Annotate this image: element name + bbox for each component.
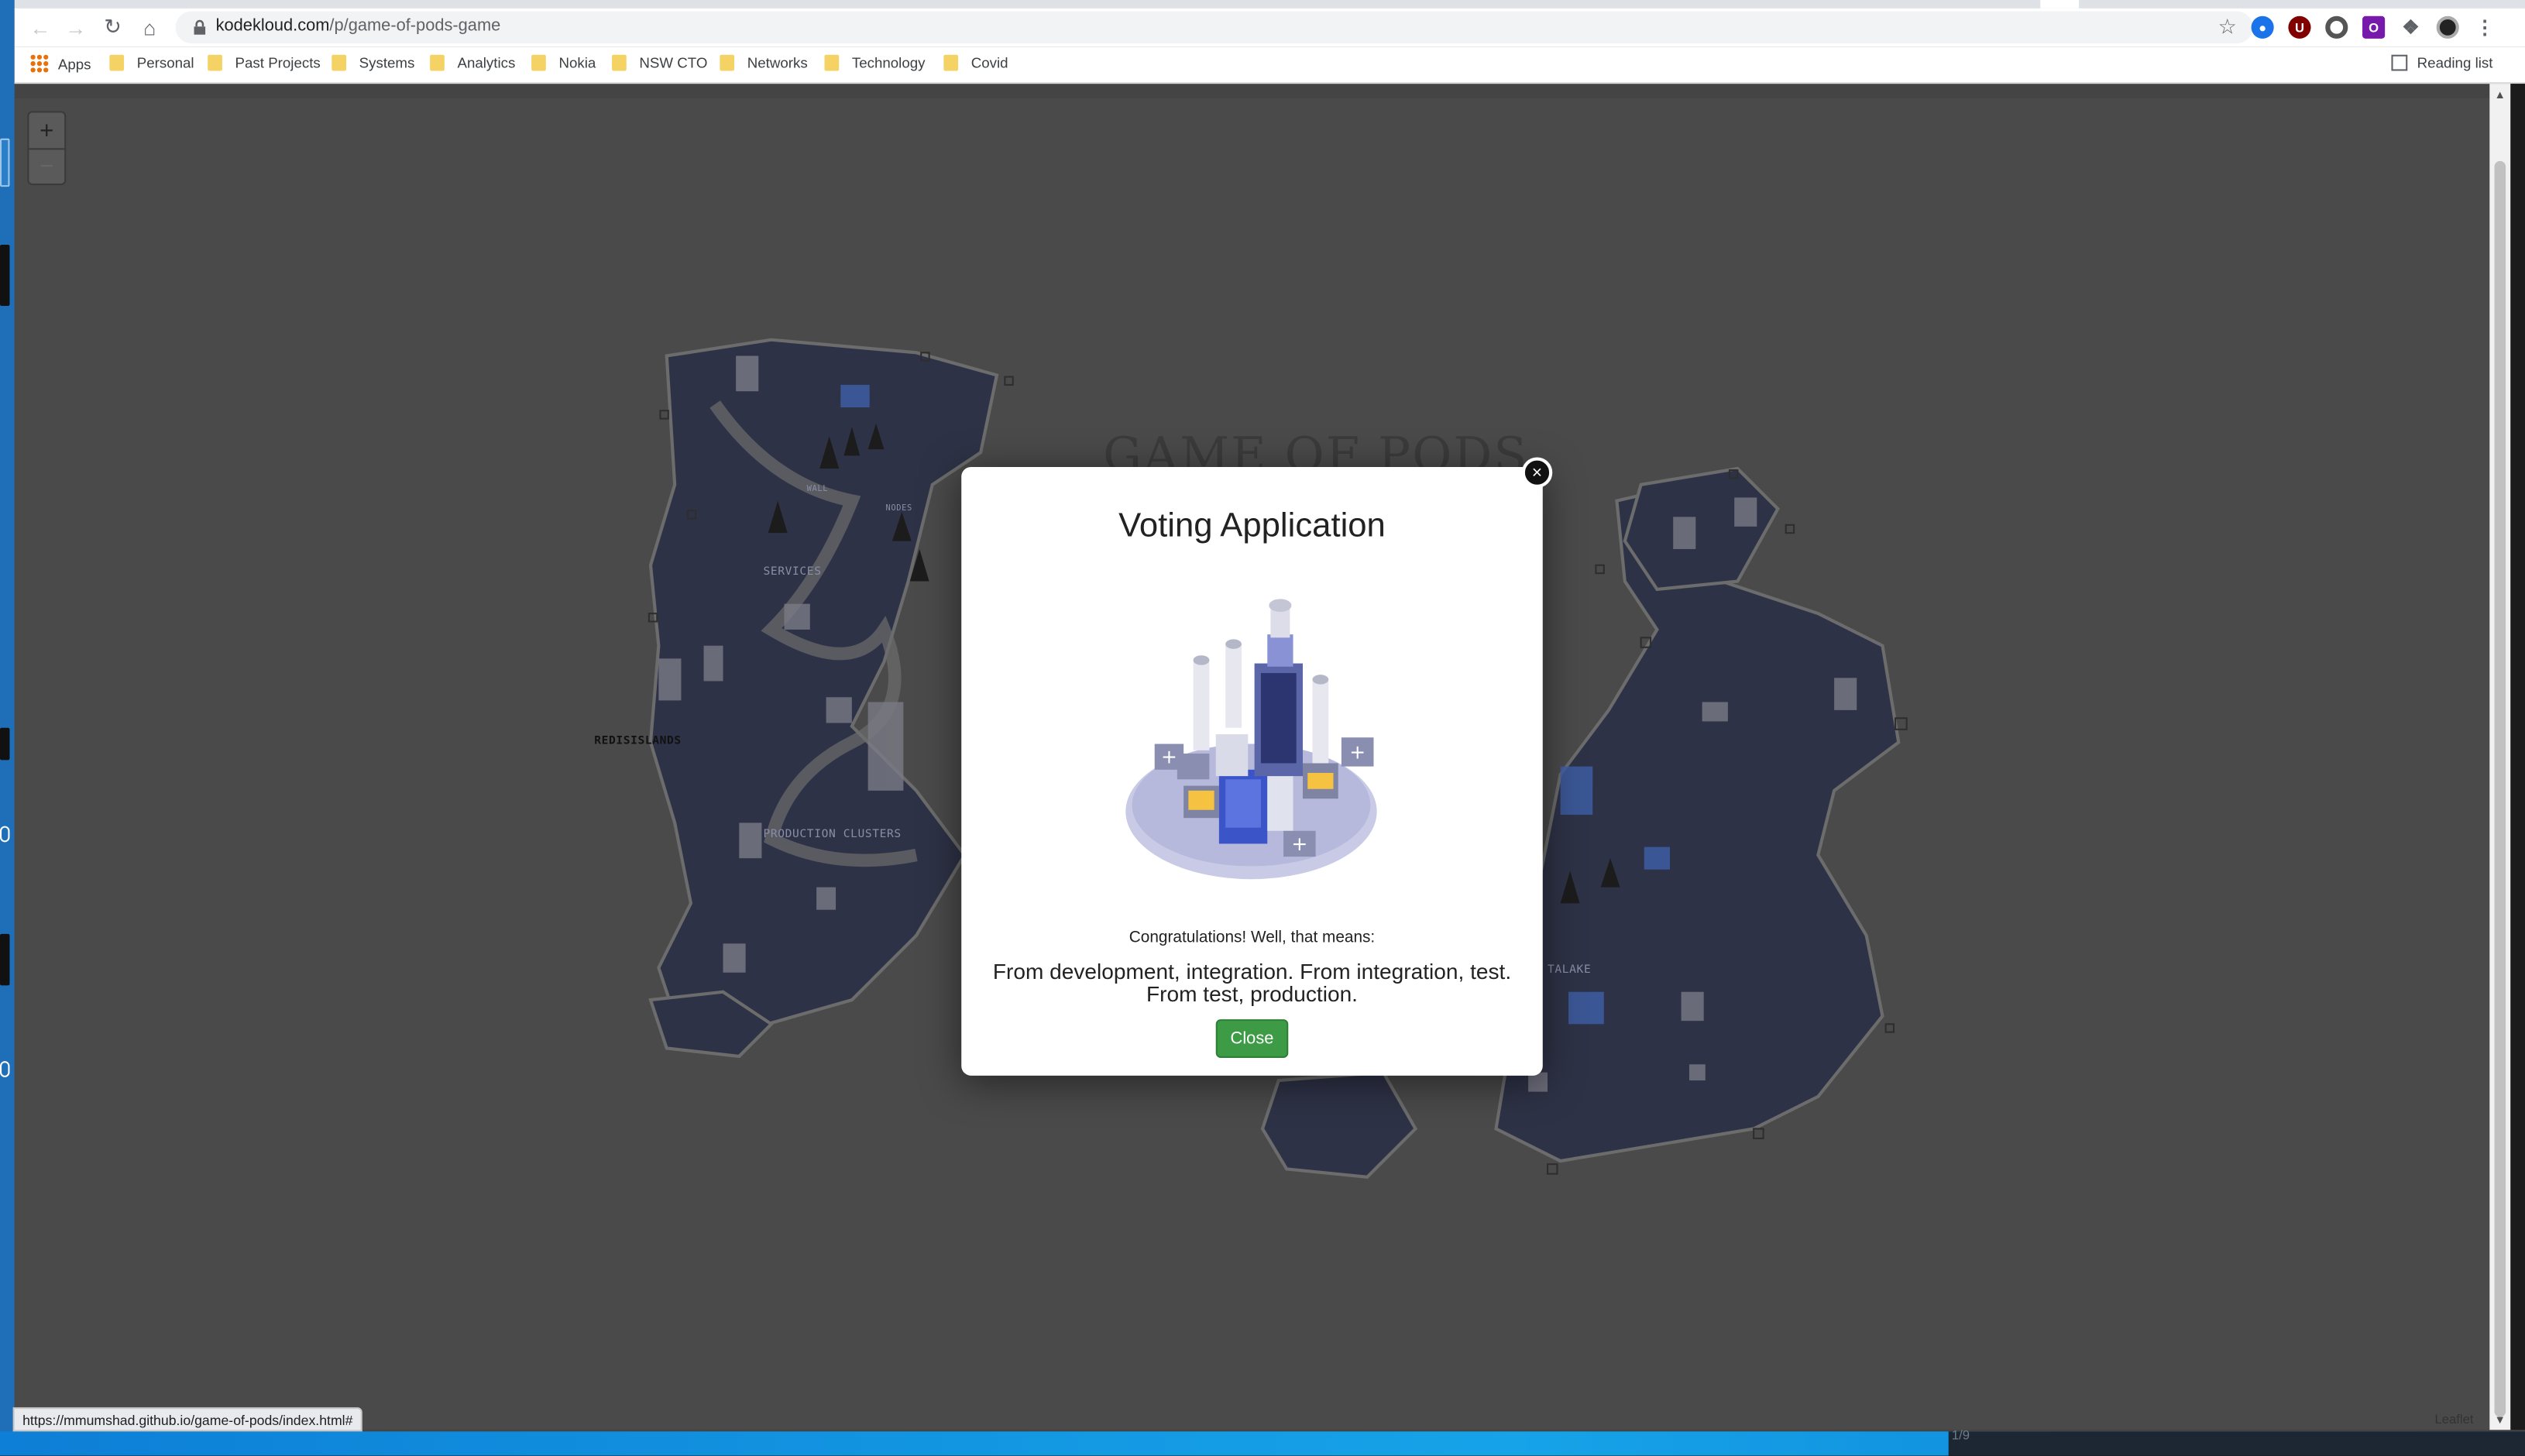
zoom-out-button[interactable]: − — [29, 148, 65, 184]
map-zoom-control: + − — [27, 111, 67, 186]
voting-app-city-illustration: + + + — [1125, 599, 1377, 880]
windows-taskbar — [0, 1431, 2525, 1456]
folder-icon — [208, 54, 222, 71]
forward-arrow-icon[interactable]: → — [60, 13, 92, 42]
bookmark-star-icon[interactable]: ☆ — [2218, 15, 2237, 40]
bookmark-label: Technology — [851, 54, 926, 71]
bookmark-covid[interactable]: Covid — [943, 54, 1008, 71]
folder-icon — [720, 54, 735, 71]
map-label-redis-islands[interactable]: REDISISLANDS — [594, 734, 682, 747]
folder-icon — [943, 54, 959, 71]
back-arrow-icon[interactable]: ← — [24, 13, 57, 42]
bookmark-label: Apps — [57, 55, 91, 72]
modal-close-button[interactable]: Close — [1215, 1019, 1289, 1058]
active-tab[interactable] — [2040, 0, 2080, 9]
zoom-in-button[interactable]: + — [29, 113, 64, 149]
bookmark-label: Systems — [359, 54, 415, 71]
bookmarks-bar: Apps Personal Past Projects Systems Anal… — [14, 46, 2525, 84]
map-island-south — [1260, 1070, 1418, 1179]
bookmark-analytics[interactable]: Analytics — [430, 54, 516, 71]
modal-message: From development, integration. From inte… — [981, 960, 1524, 1007]
puzzle-extensions-icon[interactable]: ❖ — [2400, 16, 2422, 39]
home-icon[interactable]: ⌂ — [134, 13, 167, 42]
right-window-edge — [2510, 84, 2525, 1430]
reload-icon[interactable]: ↻ — [97, 13, 129, 42]
modal-subtitle: Congratulations! Well, that means: — [1129, 929, 1376, 947]
url-path: /p/game-of-pods-game — [329, 15, 501, 36]
bookmark-label: Personal — [136, 54, 194, 71]
map-label-nodes[interactable]: NODES — [886, 504, 912, 513]
page-counter: 1/9 — [1951, 1428, 1970, 1443]
url-text: kodekloud.com/p/game-of-pods-game — [216, 16, 501, 36]
bookmark-label: NSW CTO — [639, 54, 708, 71]
ublock-label: U — [2294, 19, 2304, 35]
reading-list-button[interactable]: Reading list — [2391, 54, 2493, 71]
bookmark-label: Analytics — [457, 54, 516, 71]
bookmark-past-projects[interactable]: Past Projects — [208, 54, 321, 71]
tab-strip — [14, 0, 2525, 9]
reading-list-icon — [2391, 54, 2408, 71]
leaflet-attribution[interactable]: Leaflet — [2435, 1412, 2474, 1427]
map-label-datalake[interactable]: TALAKE — [1548, 963, 1591, 976]
map-label-services[interactable]: SERVICES — [763, 565, 821, 579]
profile-avatar[interactable] — [2436, 15, 2459, 39]
bookmark-networks[interactable]: Networks — [720, 54, 808, 71]
bookmark-nokia[interactable]: Nokia — [531, 54, 596, 71]
modal-message-line-1: From development, integration. From inte… — [992, 960, 1512, 984]
ublock-extension-icon[interactable]: U — [2288, 15, 2311, 39]
scrollbar-thumb[interactable] — [2494, 160, 2506, 1417]
folder-icon — [531, 54, 546, 71]
voting-application-modal: × Voting Application + + + Congratulatio… — [961, 457, 1553, 1076]
folder-icon — [109, 54, 125, 71]
folder-icon — [612, 54, 627, 71]
bookmark-label: Past Projects — [235, 54, 321, 71]
extension-c-icon[interactable]: ● — [2251, 15, 2274, 39]
link-status-bubble: https://mmumshad.github.io/game-of-pods/… — [12, 1407, 362, 1432]
map-label-wall[interactable]: WALL — [807, 485, 829, 494]
bookmark-label: Nokia — [558, 54, 596, 71]
url-host: kodekloud.com — [215, 15, 330, 36]
lock-icon — [194, 19, 206, 35]
onenote-label: O — [2369, 19, 2379, 35]
modal-message-line-2: From test, production. — [1146, 982, 1359, 1007]
bookmark-nsw-cto[interactable]: NSW CTO — [612, 54, 708, 71]
map-island-ne — [1623, 466, 1780, 592]
bookmark-label: Networks — [747, 54, 808, 71]
svg-text:+: + — [1349, 740, 1366, 763]
bookmark-systems[interactable]: Systems — [332, 54, 415, 71]
map-landmass-west — [648, 338, 999, 1034]
bookmark-apps[interactable]: Apps — [30, 54, 91, 73]
onenote-extension-icon[interactable]: O — [2362, 15, 2386, 39]
folder-icon — [824, 54, 840, 71]
bookmark-label: Covid — [970, 54, 1008, 71]
desktop-left-strip — [0, 0, 15, 1456]
modal-title: Voting Application — [1118, 507, 1386, 544]
scroll-up-arrow-icon[interactable]: ▲ — [2495, 90, 2506, 101]
svg-text:+: + — [1291, 833, 1307, 855]
taskbar-tray — [1948, 1431, 2525, 1456]
menu-kebab-icon[interactable]: ⋮ — [2473, 16, 2496, 39]
map-label-production-clusters[interactable]: PRODUCTION CLUSTERS — [763, 828, 901, 841]
folder-icon — [430, 54, 445, 71]
svg-text:+: + — [1161, 745, 1177, 767]
reading-list-label: Reading list — [2417, 54, 2493, 71]
scroll-down-arrow-icon[interactable]: ▼ — [2495, 1416, 2506, 1427]
browser-toolbar: ← → ↻ ⌂ kodekloud.com/p/game-of-pods-gam… — [14, 8, 2525, 47]
modal-close-x-button[interactable]: × — [1521, 457, 1553, 488]
page-scrollbar[interactable]: ▲ ▼ — [2489, 84, 2511, 1430]
screen: ← → ↻ ⌂ kodekloud.com/p/game-of-pods-gam… — [0, 0, 2525, 1456]
extension-circle-icon[interactable] — [2325, 15, 2348, 39]
folder-icon — [332, 54, 347, 71]
bookmark-technology[interactable]: Technology — [824, 54, 926, 71]
address-bar[interactable]: kodekloud.com/p/game-of-pods-game ☆ — [175, 11, 2253, 44]
apps-grid-icon — [30, 54, 49, 73]
bookmark-personal[interactable]: Personal — [109, 54, 194, 71]
